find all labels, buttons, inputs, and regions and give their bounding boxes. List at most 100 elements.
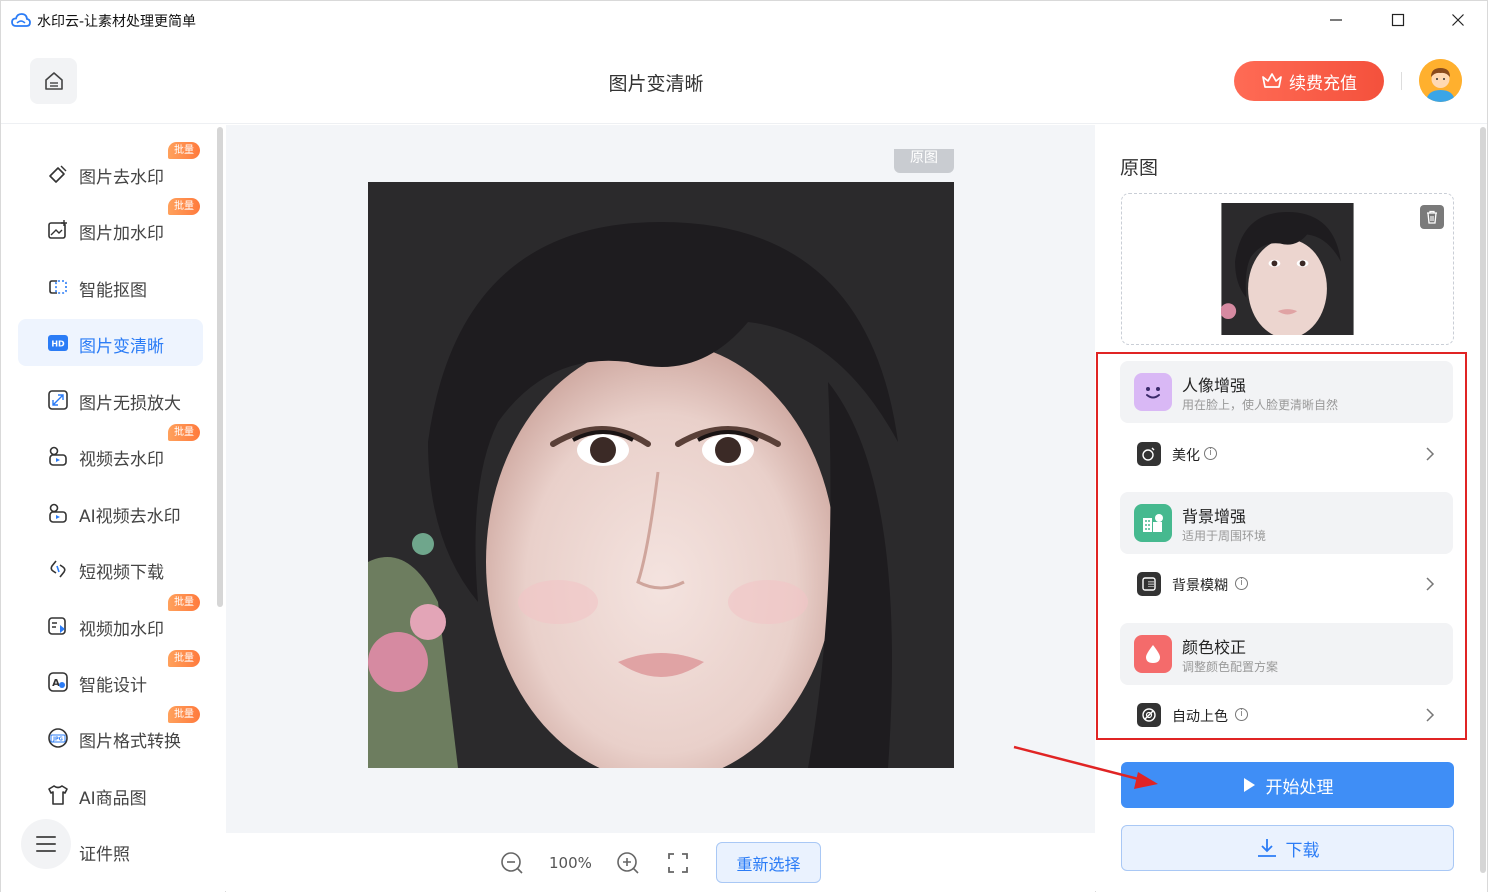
header-divider [1401, 72, 1402, 90]
batch-badge: 批量 [168, 650, 200, 667]
close-icon [1452, 14, 1464, 26]
row-auto-colorize[interactable]: 自动上色 i [1120, 695, 1453, 735]
panel-title: 原图 [1120, 157, 1159, 179]
page-title: 图片变清晰 [608, 73, 704, 95]
info-icon[interactable]: i [1235, 708, 1248, 721]
minimize-icon [1330, 19, 1342, 21]
sidebar-item-image-add-watermark[interactable]: 图片加水印 批量 [18, 198, 203, 253]
row-background-blur[interactable]: 背景模糊 i [1120, 564, 1453, 604]
sidebar-item-video-add-watermark[interactable]: 视频加水印 批量 [18, 594, 203, 649]
beautify-icon [1137, 442, 1161, 466]
colorize-icon [1137, 703, 1161, 727]
chevron-right-icon [1426, 447, 1435, 461]
sidebar-item-ai-product-image[interactable]: AI商品图 [18, 771, 203, 818]
svg-text:HD: HD [51, 340, 65, 349]
download-icon [1257, 839, 1276, 857]
sidebar-item-label: 图片无损放大 [79, 394, 181, 414]
sidebar-scrollbar[interactable] [217, 127, 223, 607]
sidebar-item-lossless-enlarge[interactable]: 图片无损放大 [18, 376, 203, 423]
video-eraser-icon [46, 444, 70, 468]
preview-canvas: 原图 [226, 125, 1095, 833]
fit-screen-button[interactable] [666, 851, 690, 875]
row-label: 美化 [1172, 448, 1200, 464]
sidebar-item-label: 图片去水印 [79, 168, 164, 188]
reselect-button[interactable]: 重新选择 [716, 842, 821, 883]
sidebar-item-ai-video-remove-watermark[interactable]: AI视频去水印 [18, 489, 203, 536]
zoom-out-icon [501, 852, 523, 874]
sidebar-item-label: 智能设计 [79, 676, 147, 696]
info-icon[interactable]: i [1204, 447, 1217, 460]
preview-image[interactable] [368, 182, 954, 768]
sidebar-item-label: AI商品图 [79, 789, 147, 809]
sidebar-item-label: 视频加水印 [79, 620, 164, 640]
app-header: 图片变清晰 续费充值 [1, 39, 1487, 124]
sidebar-item-video-remove-watermark[interactable]: 视频去水印 批量 [18, 424, 203, 479]
zoom-in-icon [617, 852, 639, 874]
sidebar-item-image-remove-watermark[interactable]: 图片去水印 批量 [18, 142, 203, 197]
maximize-icon [1391, 13, 1405, 27]
original-thumbnail[interactable] [1221, 203, 1354, 335]
minimize-button[interactable] [1313, 1, 1359, 39]
image-add-icon [46, 218, 70, 242]
zoom-level: 100% [549, 854, 592, 872]
option-description: 适用于周围环境 [1182, 529, 1267, 543]
droplet-icon [1134, 635, 1172, 673]
sidebar-item-image-sharpen[interactable]: HD 图片变清晰 [18, 319, 203, 366]
hd-icon: HD [46, 331, 70, 355]
cutout-icon [46, 275, 70, 299]
renew-vip-button[interactable]: 续费充值 [1234, 61, 1384, 101]
option-name: 背景增强 [1182, 507, 1247, 526]
avatar-icon [1419, 59, 1462, 102]
maximize-button[interactable] [1375, 1, 1421, 39]
fullscreen-icon [668, 853, 688, 873]
sidebar-item-label: 短视频下载 [79, 563, 164, 583]
cloud-logo-icon [11, 13, 31, 27]
sidebar-item-smart-design[interactable]: A 智能设计 批量 [18, 650, 203, 705]
sidebar-item-label: 图片变清晰 [79, 337, 164, 357]
link-download-icon [46, 557, 70, 581]
row-beautify[interactable]: 美化 i [1120, 434, 1453, 474]
title-bar: 水印云-让素材处理更简单 [1, 1, 1487, 39]
sidebar-item-smart-cutout[interactable]: 智能抠图 [18, 263, 203, 310]
download-label: 下载 [1285, 840, 1320, 861]
crown-icon [1262, 73, 1282, 88]
sidebar-item-short-video-download[interactable]: 短视频下载 [18, 545, 203, 592]
buildings-icon [1134, 504, 1172, 542]
delete-image-button[interactable] [1420, 205, 1444, 229]
option-background-enhance[interactable]: 背景增强 适用于周围环境 [1120, 492, 1453, 554]
sidebar: 图片去水印 批量 图片加水印 批量 智能抠图 HD 图片变清晰 图片无损放大 视… [1, 125, 225, 893]
download-button[interactable]: 下载 [1121, 825, 1454, 871]
chevron-right-icon [1426, 708, 1435, 722]
row-label: 背景模糊 [1172, 578, 1228, 594]
user-avatar[interactable] [1419, 59, 1462, 102]
play-icon [1243, 778, 1255, 792]
ai-video-icon [46, 501, 70, 525]
sidebar-item-label: 证件照 [79, 845, 130, 865]
collapse-menu-button[interactable] [21, 819, 71, 869]
face-icon [1134, 373, 1172, 411]
info-icon[interactable]: i [1235, 577, 1248, 590]
zoom-out-button[interactable] [500, 851, 524, 875]
trash-icon [1427, 210, 1437, 224]
option-color-correction[interactable]: 颜色校正 调整颜色配置方案 [1120, 623, 1453, 685]
home-button[interactable] [30, 58, 77, 104]
sidebar-item-label: 图片格式转换 [79, 732, 181, 752]
svg-text:JPG: JPG [52, 737, 63, 743]
zoom-in-button[interactable] [616, 851, 640, 875]
batch-badge: 批量 [168, 142, 200, 159]
option-description: 用在脸上，使人脸更清晰自然 [1182, 398, 1339, 412]
original-thumbnail-box [1121, 193, 1454, 345]
jpg-format-icon: JPG [46, 726, 70, 750]
sidebar-item-format-convert[interactable]: JPG 图片格式转换 批量 [18, 706, 203, 761]
close-button[interactable] [1435, 1, 1481, 39]
eraser-icon [46, 162, 70, 186]
sidebar-item-label: 视频去水印 [79, 450, 164, 470]
chevron-right-icon [1426, 577, 1435, 591]
start-processing-button[interactable]: 开始处理 [1121, 762, 1454, 808]
start-processing-label: 开始处理 [1265, 777, 1334, 798]
option-portrait-enhance[interactable]: 人像增强 用在脸上，使人脸更清晰自然 [1120, 361, 1453, 423]
renew-vip-label: 续费充值 [1289, 73, 1357, 94]
batch-badge: 批量 [168, 424, 200, 441]
sidebar-item-label: AI视频去水印 [79, 507, 181, 527]
panel-scrollbar[interactable] [1480, 127, 1486, 873]
